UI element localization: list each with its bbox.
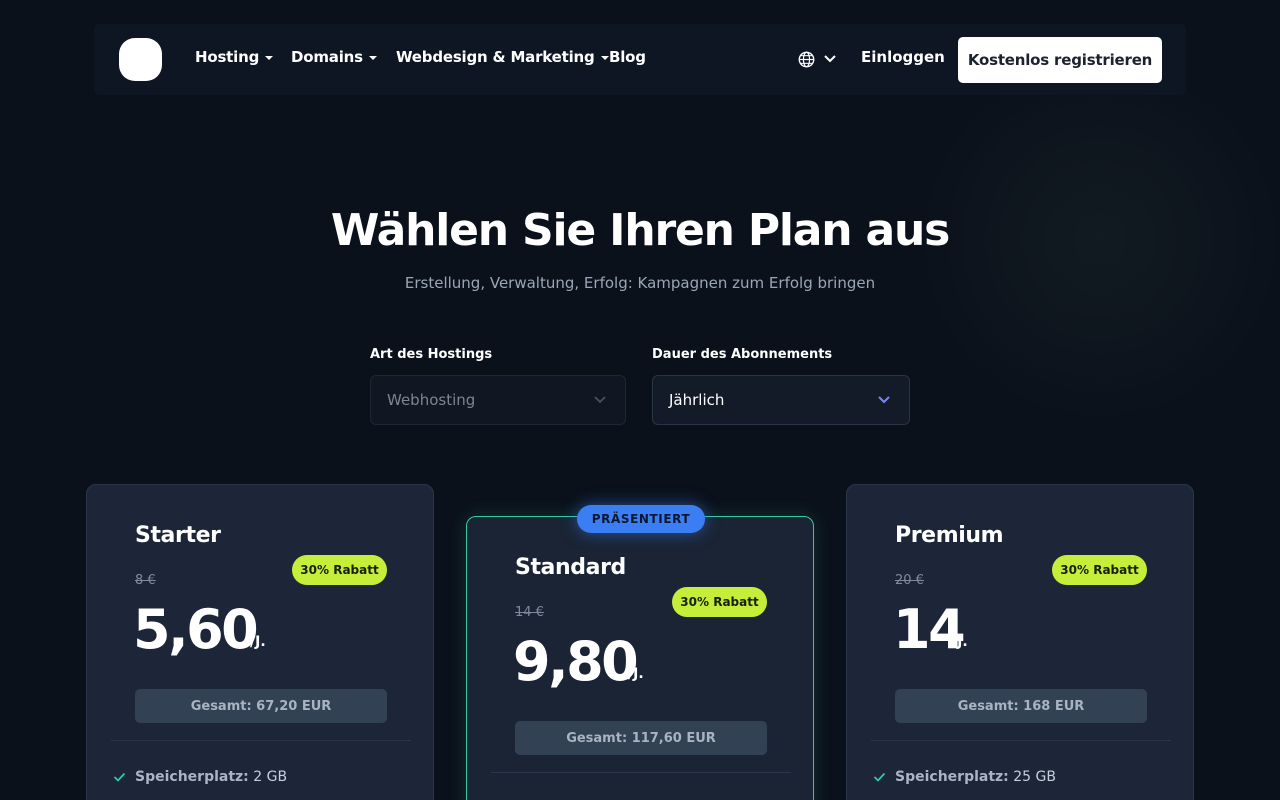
price-period: /J. — [952, 634, 968, 650]
total-price: Gesamt: 168 EUR — [895, 689, 1147, 723]
top-navbar: Hosting Domains Webdesign & Marketing Bl… — [94, 24, 1186, 95]
chevron-down-icon[interactable] — [823, 54, 837, 64]
divider — [111, 740, 411, 741]
featured-badge: PRÄSENTIERT — [577, 505, 705, 533]
caret-down-icon — [600, 55, 609, 60]
check-icon — [873, 772, 886, 782]
caret-down-icon — [368, 55, 377, 60]
old-price: 8 € — [135, 573, 156, 588]
discount-badge: 30% Rabatt — [672, 587, 767, 617]
discount-badge: 30% Rabatt — [1052, 555, 1147, 585]
plan-name: Premium — [895, 523, 1004, 548]
login-link[interactable]: Einloggen — [861, 48, 945, 66]
price-period: /J. — [250, 634, 266, 650]
feature-label: Speicherplatz: — [895, 769, 1009, 785]
register-button[interactable]: Kostenlos registrieren — [958, 37, 1162, 83]
plan-name: Starter — [135, 523, 221, 548]
total-price: Gesamt: 117,60 EUR — [515, 721, 767, 755]
caret-down-icon — [265, 55, 274, 60]
total-price: Gesamt: 67,20 EUR — [135, 689, 387, 723]
feature-label: Speicherplatz: — [135, 769, 249, 785]
chevron-down-icon — [594, 396, 606, 404]
discount-badge: 30% Rabatt — [292, 555, 387, 585]
plan-name: Standard — [515, 555, 626, 580]
nav-item-label: Domains — [291, 48, 363, 66]
plan-card-starter: Starter 8 € 30% Rabatt 5,60 /J. Gesamt: … — [86, 484, 434, 800]
nav-item-label: Webdesign & Marketing — [396, 48, 595, 66]
plan-card-standard: PRÄSENTIERT Standard 14 € 30% Rabatt 9,8… — [466, 505, 814, 800]
plan-price: 5,60 — [133, 598, 259, 661]
brand-logo[interactable] — [119, 38, 162, 81]
page-title: Wählen Sie Ihren Plan aus — [330, 205, 950, 256]
feature-storage: Speicherplatz: 25 GB — [873, 769, 1056, 785]
old-price: 20 € — [895, 573, 924, 588]
price-period: /J. — [628, 666, 644, 682]
nav-item-label: Hosting — [195, 48, 260, 66]
duration-select[interactable]: Jährlich — [652, 375, 910, 425]
chevron-down-icon — [878, 396, 890, 404]
plan-card-premium: Premium 20 € 30% Rabatt 14 /J. Gesamt: 1… — [846, 484, 1194, 800]
hosting-type-label: Art des Hostings — [370, 347, 493, 362]
duration-label: Dauer des Abonnements — [652, 347, 833, 362]
nav-item-domains[interactable]: Domains — [291, 48, 377, 66]
nav-item-hosting[interactable]: Hosting — [195, 48, 274, 66]
hosting-type-select[interactable]: Webhosting — [370, 375, 626, 425]
feature-value: 2 GB — [253, 769, 288, 785]
page-subtitle: Erstellung, Verwaltung, Erfolg: Kampagne… — [404, 274, 876, 292]
feature-value: 25 GB — [1013, 769, 1056, 785]
nav-item-label: Blog — [609, 48, 646, 66]
duration-value: Jährlich — [669, 391, 725, 409]
divider — [871, 740, 1171, 741]
nav-item-webdesign-marketing[interactable]: Webdesign & Marketing — [396, 48, 609, 66]
hosting-type-value: Webhosting — [387, 391, 476, 409]
plan-price: 9,80 — [513, 630, 639, 693]
old-price: 14 € — [515, 605, 544, 620]
divider — [491, 772, 791, 773]
check-icon — [113, 772, 126, 782]
globe-icon[interactable] — [798, 51, 815, 68]
nav-item-blog[interactable]: Blog — [609, 48, 646, 66]
feature-storage: Speicherplatz: 2 GB — [113, 769, 287, 785]
